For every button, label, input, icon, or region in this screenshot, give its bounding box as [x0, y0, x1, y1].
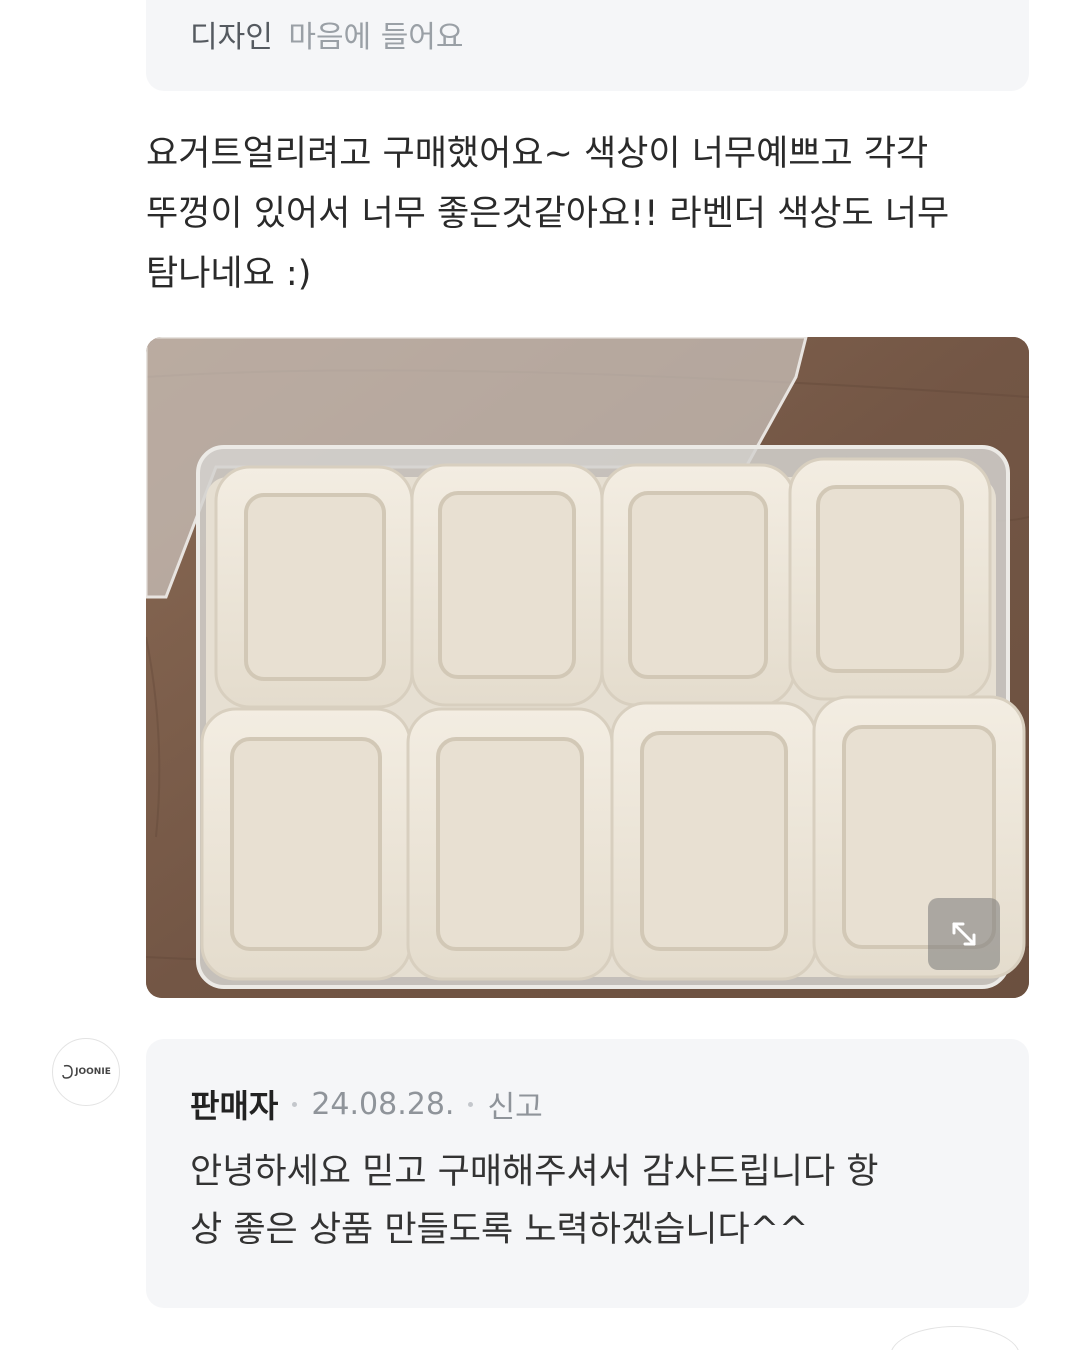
seller-avatar: JOONIE: [52, 1038, 120, 1106]
expand-photo-button[interactable]: [928, 898, 1000, 970]
opinion-value: 마음에 들어요: [288, 20, 464, 55]
review-page: 디자인 마음에 들어요 요거트얼리려고 구매했어요~ 색상이 너무예쁘고 각각 …: [0, 0, 1080, 1350]
report-link[interactable]: 신고: [487, 1082, 542, 1126]
review-body-text: 요거트얼리려고 구매했어요~ 색상이 너무예쁘고 각각 뚜껑이 있어서 너무 좋…: [146, 134, 950, 294]
seller-logo-icon: [62, 1064, 73, 1079]
reply-meta: 판매자 24.08.28. 신고: [190, 1079, 1029, 1129]
meta-separator: [292, 1101, 298, 1107]
photo-illustration: [146, 337, 1029, 998]
expand-arrows-icon: [952, 922, 976, 946]
reply-author: 판매자: [190, 1087, 279, 1125]
seller-reply-box: 판매자 24.08.28. 신고 안녕하세요 믿고 구매해주셔서 감사드립니다 …: [146, 1039, 1029, 1308]
review-photo[interactable]: [146, 337, 1029, 998]
opinion-key: 디자인: [190, 20, 273, 55]
lid-group-top: [214, 457, 992, 709]
next-avatar-partial: [890, 1326, 1020, 1350]
seller-logo-text: JOONIE: [75, 1067, 111, 1077]
meta-separator: [468, 1101, 474, 1107]
design-opinion-box: 디자인 마음에 들어요: [146, 0, 1029, 91]
reply-body-text: 안녕하세요 믿고 구매해주셔서 감사드립니다 항 상 좋은 상품 만들도록 노력…: [190, 1152, 879, 1250]
reply-date: 24.08.28.: [311, 1086, 455, 1122]
lid-group-bottom: [200, 695, 1026, 981]
